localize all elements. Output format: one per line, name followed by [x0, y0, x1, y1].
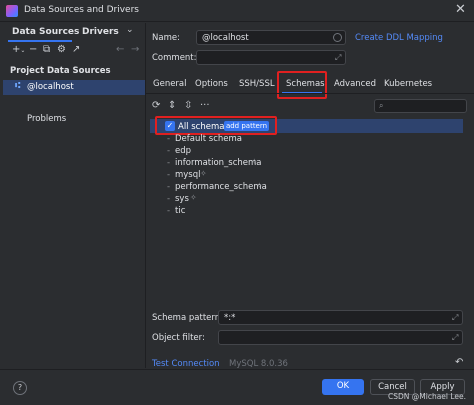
schema-search-input[interactable]: ⌕ — [374, 99, 467, 113]
app-logo-icon — [6, 5, 18, 17]
refresh-icon[interactable]: ⟳ — [152, 100, 160, 111]
mysql-datasource-icon: ⑆ — [15, 81, 21, 91]
all-schemas-checkbox[interactable]: ✓ — [165, 121, 175, 131]
tree-connector: - — [167, 194, 171, 204]
sparkle-icon: ✧ — [256, 181, 263, 190]
comment-label: Comment: — [152, 53, 197, 63]
schema-tic[interactable]: tic — [175, 206, 185, 216]
ok-button[interactable]: OK — [322, 379, 364, 395]
expand-icon[interactable]: ⤢ — [335, 53, 341, 63]
more-icon[interactable]: ··· — [200, 100, 210, 111]
close-icon[interactable]: ✕ — [455, 2, 466, 17]
duplicate-icon[interactable]: ⧉ — [43, 44, 50, 55]
comment-field[interactable]: ⤢ — [196, 50, 346, 65]
schema-default[interactable]: Default schema — [175, 134, 242, 144]
jump-icon[interactable]: ↗ — [72, 44, 80, 55]
tree-connector: - — [167, 170, 171, 180]
tab-data-sources-underline — [8, 40, 72, 42]
forward-arrow-icon[interactable]: → — [131, 44, 139, 55]
watermark: CSDN @Michael Lee. — [388, 392, 467, 401]
list-item-selected[interactable] — [3, 80, 145, 95]
test-connection-link[interactable]: Test Connection — [152, 359, 220, 369]
schema-pattern-value: *:* — [224, 313, 236, 323]
tab-schemas[interactable]: Schemas — [286, 79, 325, 89]
tab-advanced[interactable]: Advanced — [334, 79, 376, 89]
tree-connector: - — [167, 206, 171, 216]
name-label: Name: — [152, 33, 180, 43]
remove-icon[interactable]: − — [29, 44, 37, 55]
name-value: @localhost — [202, 33, 249, 43]
search-icon: ⌕ — [379, 101, 384, 110]
sparkle-icon: ✧ — [190, 193, 197, 202]
tab-data-sources[interactable]: Data Sources — [12, 27, 79, 37]
tab-drivers[interactable]: Drivers — [82, 27, 119, 37]
datasource-localhost[interactable]: @localhost — [27, 82, 74, 92]
collapse-all-icon[interactable]: ⇳ — [184, 100, 192, 111]
project-data-sources-heading: Project Data Sources — [10, 66, 111, 76]
name-field[interactable]: @localhost — [196, 30, 346, 45]
tab-ssh-ssl[interactable]: SSH/SSL — [239, 79, 275, 89]
expand-icon[interactable]: ⤢ — [452, 333, 458, 343]
schema-edp[interactable]: edp — [175, 146, 191, 156]
tab-options[interactable]: Options — [195, 79, 228, 89]
tree-connector: - — [167, 134, 171, 144]
schema-pattern-field[interactable]: *:* ⤢ — [218, 310, 463, 325]
tab-kubernetes[interactable]: Kubernetes — [384, 79, 432, 89]
expand-icon[interactable]: ⤢ — [452, 313, 458, 323]
color-circle-icon[interactable] — [333, 33, 342, 42]
create-ddl-mapping-link[interactable]: Create DDL Mapping — [355, 33, 443, 43]
tree-connector: - — [167, 146, 171, 156]
object-filter-field[interactable]: ⤢ — [218, 330, 463, 345]
schema-performance-schema[interactable]: performance_schema — [175, 182, 267, 192]
schema-information-schema[interactable]: information_schema — [175, 158, 262, 168]
tab-divider — [146, 93, 474, 94]
window-title: Data Sources and Drivers — [24, 5, 139, 15]
schema-pattern-label: Schema pattern: — [152, 313, 223, 323]
mysql-version: MySQL 8.0.36 — [229, 359, 288, 369]
problems-item[interactable]: Problems — [27, 114, 66, 124]
help-icon[interactable]: ? — [13, 381, 27, 395]
tree-connector: - — [167, 158, 171, 168]
object-filter-label: Object filter: — [152, 333, 205, 343]
add-pattern-button[interactable]: add pattern — [224, 121, 269, 131]
back-arrow-icon[interactable]: ← — [116, 44, 124, 55]
add-icon[interactable]: +⌄ — [12, 44, 25, 55]
sparkle-icon: ✧ — [251, 157, 258, 166]
schema-mysql[interactable]: mysql — [175, 170, 201, 180]
tab-general[interactable]: General — [153, 79, 187, 89]
expand-all-icon[interactable]: ⇕ — [168, 100, 176, 111]
revert-icon[interactable]: ↶ — [455, 357, 463, 368]
sparkle-icon: ✧ — [200, 169, 207, 178]
settings-icon[interactable]: ⚙ — [57, 44, 66, 55]
schema-sys[interactable]: sys — [175, 194, 189, 204]
chevron-down-icon[interactable]: ⌄ — [126, 25, 134, 35]
tree-connector: - — [167, 182, 171, 192]
all-schemas-label: All schemas — [178, 122, 229, 132]
